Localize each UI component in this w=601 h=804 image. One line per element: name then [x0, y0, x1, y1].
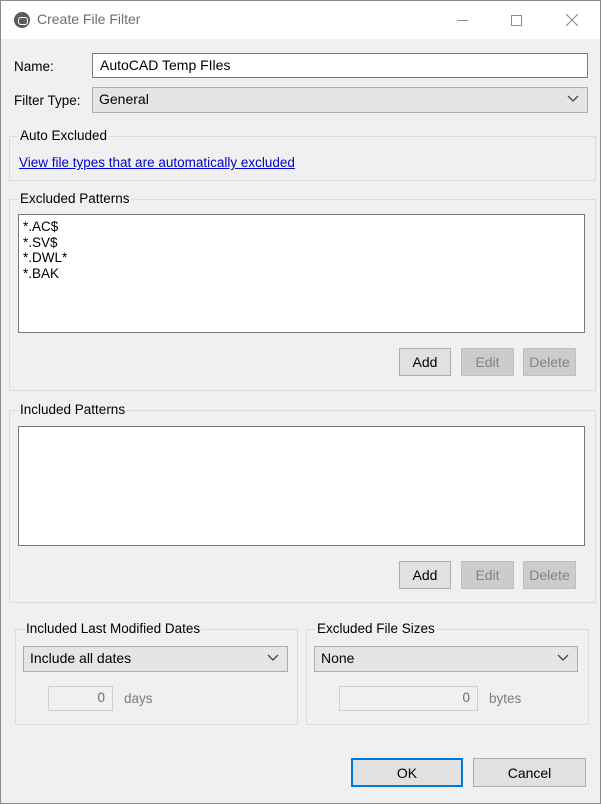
list-item[interactable]: *.DWL* — [23, 250, 580, 266]
included-add-button[interactable]: Add — [399, 561, 451, 589]
included-edit-button[interactable]: Edit — [461, 561, 514, 589]
app-icon — [14, 12, 30, 28]
minimize-icon — [456, 19, 468, 21]
modified-dates-value: Include all dates — [30, 650, 132, 666]
modified-dates-title: Included Last Modified Dates — [25, 621, 202, 636]
filter-type-select[interactable]: General — [92, 87, 588, 113]
excluded-edit-button[interactable]: Edit — [461, 348, 514, 376]
window-title: Create File Filter — [37, 11, 141, 27]
file-sizes-title: Excluded File Sizes — [316, 621, 436, 636]
included-patterns-list[interactable] — [18, 426, 585, 546]
create-file-filter-dialog: Create File Filter Name: AutoCAD Temp FI… — [0, 0, 601, 804]
file-sizes-select[interactable]: None — [314, 646, 578, 672]
bytes-unit: bytes — [489, 691, 522, 706]
excluded-add-button[interactable]: Add — [399, 348, 451, 376]
chevron-down-icon — [267, 654, 279, 661]
excluded-patterns-title: Excluded Patterns — [19, 191, 131, 206]
auto-excluded-title: Auto Excluded — [19, 128, 109, 143]
included-patterns-title: Included Patterns — [19, 402, 127, 417]
modified-dates-select[interactable]: Include all dates — [23, 646, 288, 672]
filter-type-value: General — [99, 91, 149, 107]
included-delete-button[interactable]: Delete — [523, 561, 576, 589]
bytes-input[interactable]: 0 — [339, 686, 478, 711]
days-unit: days — [124, 691, 153, 706]
excluded-patterns-list[interactable]: *.AC$ *.SV$ *.DWL* *.BAK — [18, 214, 585, 333]
title-bar[interactable]: Create File Filter — [1, 1, 600, 39]
name-input[interactable]: AutoCAD Temp FIles — [92, 53, 588, 78]
excluded-delete-button[interactable]: Delete — [523, 348, 576, 376]
list-item[interactable]: *.BAK — [23, 266, 580, 282]
filter-type-label: Filter Type: — [14, 93, 81, 108]
ok-button[interactable]: OK — [351, 758, 463, 787]
name-label: Name: — [14, 59, 54, 74]
maximize-button[interactable] — [493, 1, 539, 39]
list-item[interactable]: *.AC$ — [23, 219, 580, 235]
minimize-button[interactable] — [439, 1, 485, 39]
auto-excluded-link[interactable]: View file types that are automatically e… — [19, 155, 295, 170]
cancel-button[interactable]: Cancel — [473, 758, 586, 787]
maximize-icon — [510, 14, 522, 26]
list-item[interactable]: *.SV$ — [23, 235, 580, 251]
chevron-down-icon — [567, 95, 579, 102]
file-sizes-value: None — [321, 650, 355, 666]
close-button[interactable] — [549, 1, 595, 39]
days-input[interactable]: 0 — [48, 686, 113, 711]
chevron-down-icon — [557, 654, 569, 661]
close-icon — [565, 13, 579, 27]
